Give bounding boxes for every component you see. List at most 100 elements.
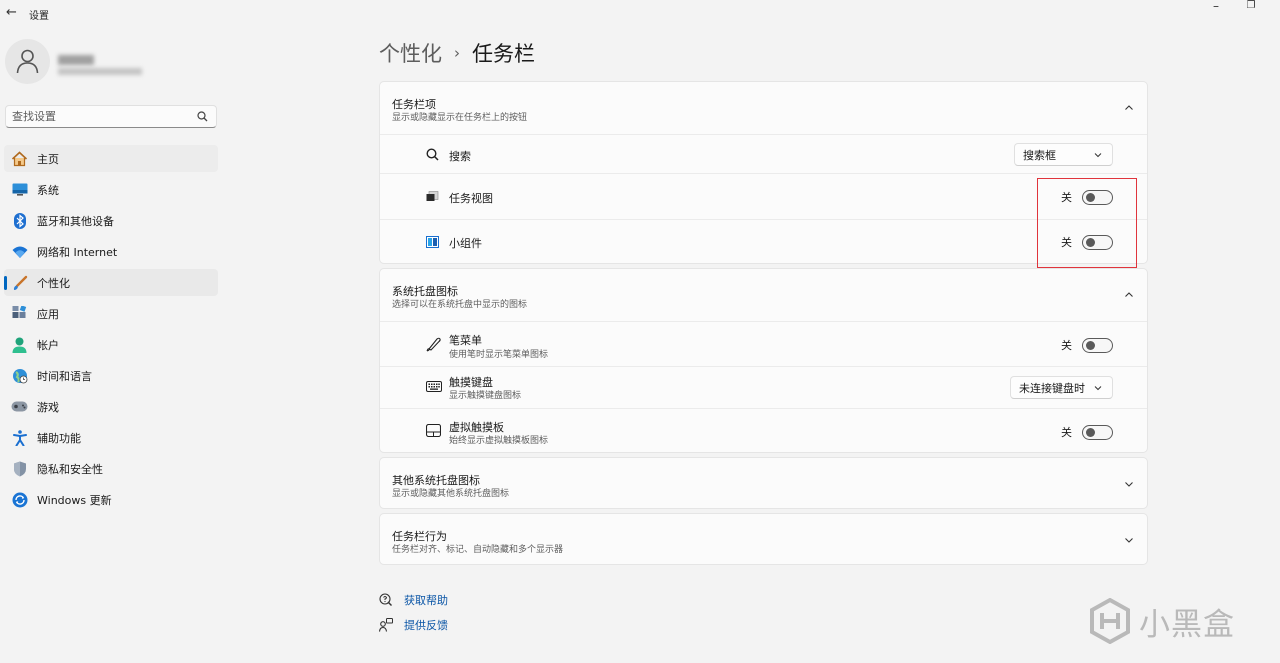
sidebar-item-label: 游戏	[37, 400, 59, 414]
help-icon	[379, 593, 392, 606]
search-input[interactable]	[12, 109, 197, 124]
breadcrumb-separator: ›	[454, 44, 460, 62]
task-view-icon	[426, 191, 439, 201]
touchpad-icon	[426, 424, 441, 437]
search-mode-dropdown[interactable]: 搜索框	[1014, 143, 1113, 166]
dropdown-value: 未连接键盘时	[1019, 381, 1085, 395]
keyboard-icon	[426, 381, 442, 392]
widgets-icon	[426, 236, 439, 248]
taskbar-items-header[interactable]: 任务栏项 显示或隐藏显示在任务栏上的按钮	[380, 82, 1147, 134]
system-icon	[11, 181, 28, 198]
dropdown-value: 搜索框	[1023, 148, 1056, 162]
sidebar-item-time-language[interactable]: 时间和语言	[4, 362, 218, 389]
avatar[interactable]	[5, 39, 50, 84]
get-help-link[interactable]: 获取帮助	[379, 592, 448, 608]
bluetooth-icon	[11, 212, 28, 229]
sidebar-item-privacy[interactable]: 隐私和安全性	[4, 455, 218, 482]
heybox-logo-icon	[1090, 598, 1130, 644]
row-virtual-touchpad: 虚拟触摸板 始终显示虚拟触摸板图标 关	[380, 408, 1147, 453]
row-search: 搜索 搜索框	[380, 134, 1147, 173]
search-icon	[426, 148, 439, 161]
other-tray-icons-card[interactable]: 其他系统托盘图标 显示或隐藏其他系统托盘图标	[379, 457, 1148, 509]
home-icon	[11, 150, 28, 167]
get-help-label: 获取帮助	[404, 594, 448, 607]
app-title: 设置	[29, 11, 49, 22]
row-sublabel: 显示触摸键盘图标	[449, 391, 522, 401]
back-arrow-icon[interactable]: ←	[6, 6, 20, 20]
taskbar-behavior-card[interactable]: 任务栏行为 任务栏对齐、标记、自动隐藏和多个显示器	[379, 513, 1148, 565]
sidebar-nav: 主页 系统 蓝牙和其他设备 网络和 Internet 个性化 应用 帐户 时间和…	[4, 145, 218, 517]
taskbar-behavior-header[interactable]: 任务栏行为 任务栏对齐、标记、自动隐藏和多个显示器	[380, 514, 1147, 566]
row-task-view: 任务视图 关	[380, 173, 1147, 219]
row-label: 任务视图	[449, 192, 493, 205]
breadcrumb-parent[interactable]: 个性化	[379, 38, 442, 68]
shield-icon	[11, 460, 28, 477]
title-bar: ← 设置 – ❐	[0, 0, 1280, 26]
section-subtitle: 显示或隐藏显示在任务栏上的按钮	[392, 113, 528, 123]
sidebar-item-accounts[interactable]: 帐户	[4, 331, 218, 358]
tray-icons-header[interactable]: 系统托盘图标 选择可以在系统托盘中显示的图标	[380, 269, 1147, 321]
sidebar-item-label: 时间和语言	[37, 369, 92, 383]
accessibility-icon	[11, 429, 28, 446]
section-subtitle: 选择可以在系统托盘中显示的图标	[392, 300, 528, 310]
sidebar-item-personalization[interactable]: 个性化	[4, 269, 218, 296]
chevron-down-icon[interactable]	[1124, 479, 1134, 489]
annotation-highlight-box	[1037, 178, 1137, 268]
sidebar-item-label: 隐私和安全性	[37, 462, 103, 476]
wifi-icon	[11, 243, 28, 260]
help-links: 获取帮助 提供反馈	[379, 592, 448, 642]
active-indicator	[4, 276, 7, 290]
other-tray-icons-header[interactable]: 其他系统托盘图标 显示或隐藏其他系统托盘图标	[380, 458, 1147, 510]
taskbar-items-card: 任务栏项 显示或隐藏显示在任务栏上的按钮 搜索 搜索框 任务视图 关 小组件 关	[379, 81, 1148, 264]
sidebar-item-label: 系统	[37, 183, 59, 197]
sidebar-item-label: 个性化	[37, 276, 70, 290]
chevron-down-icon	[1094, 153, 1102, 158]
virtual-touchpad-toggle[interactable]	[1082, 424, 1113, 440]
sidebar-item-gaming[interactable]: 游戏	[4, 393, 218, 420]
sidebar-item-label: 网络和 Internet	[37, 245, 118, 259]
search-box[interactable]	[5, 105, 217, 128]
page-title: 任务栏	[472, 42, 535, 66]
account-icon	[11, 336, 28, 353]
sidebar-item-home[interactable]: 主页	[4, 145, 218, 172]
chevron-down-icon[interactable]	[1124, 535, 1134, 545]
pen-icon	[426, 337, 441, 352]
sidebar-item-label: 辅助功能	[37, 431, 81, 445]
feedback-link[interactable]: 提供反馈	[379, 617, 448, 633]
sidebar-item-bluetooth[interactable]: 蓝牙和其他设备	[4, 207, 218, 234]
watermark: 小黑盒	[1089, 598, 1235, 644]
restore-icon[interactable]: ❐	[1242, 0, 1260, 14]
virtual-touchpad-toggle-group: 关	[1061, 424, 1113, 440]
row-label: 笔菜单	[449, 334, 482, 347]
pen-menu-toggle[interactable]	[1082, 337, 1113, 353]
blurred-username	[58, 55, 94, 65]
update-icon	[11, 491, 28, 508]
chevron-up-icon[interactable]	[1124, 103, 1134, 113]
sidebar-item-apps[interactable]: 应用	[4, 300, 218, 327]
feedback-label: 提供反馈	[404, 619, 448, 632]
search-icon[interactable]	[197, 111, 208, 122]
breadcrumb: 个性化 › 任务栏	[379, 38, 535, 68]
apps-icon	[11, 305, 28, 322]
sidebar-item-windows-update[interactable]: Windows 更新	[4, 486, 218, 513]
touch-keyboard-dropdown[interactable]: 未连接键盘时	[1010, 376, 1113, 399]
feedback-icon	[379, 618, 393, 632]
chevron-down-icon	[1094, 386, 1102, 391]
watermark-text: 小黑盒	[1139, 606, 1235, 643]
section-subtitle: 显示或隐藏其他系统托盘图标	[392, 489, 510, 499]
brush-icon	[11, 274, 28, 291]
blurred-email	[58, 68, 142, 75]
person-icon	[16, 49, 39, 74]
sidebar-item-label: 主页	[37, 152, 59, 166]
sidebar-item-label: 蓝牙和其他设备	[37, 214, 114, 228]
sidebar-item-system[interactable]: 系统	[4, 176, 218, 203]
sidebar-item-label: Windows 更新	[37, 493, 112, 507]
sidebar-item-accessibility[interactable]: 辅助功能	[4, 424, 218, 451]
sidebar-item-label: 应用	[37, 307, 59, 321]
tray-icons-card: 系统托盘图标 选择可以在系统托盘中显示的图标 笔菜单 使用笔时显示笔菜单图标 关…	[379, 268, 1148, 453]
pen-menu-toggle-group: 关	[1061, 337, 1113, 353]
chevron-up-icon[interactable]	[1124, 290, 1134, 300]
globe-clock-icon	[11, 367, 28, 384]
minimize-icon[interactable]: –	[1207, 0, 1225, 15]
sidebar-item-network[interactable]: 网络和 Internet	[4, 238, 218, 265]
